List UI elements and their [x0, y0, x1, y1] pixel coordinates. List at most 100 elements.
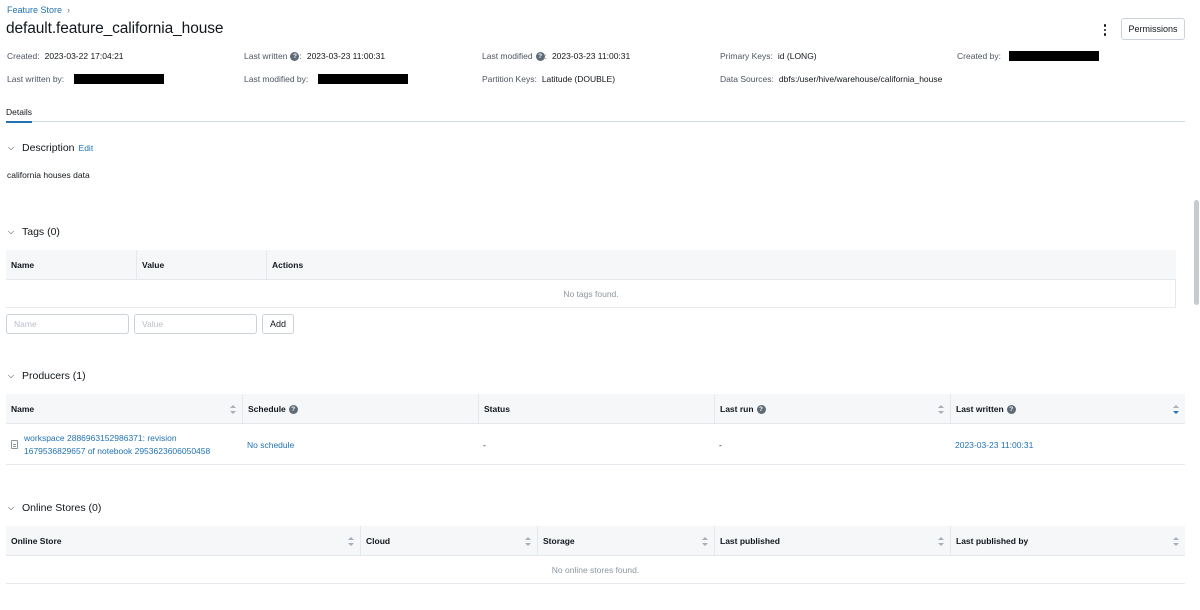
partition-keys-label: Partition Keys:: [482, 74, 537, 84]
chevron-down-icon[interactable]: ⌵: [8, 503, 22, 513]
created-value: 2023-03-22 17:04:21: [44, 51, 124, 61]
column-header-status: Status: [478, 394, 714, 424]
sort-icon[interactable]: [525, 537, 531, 546]
column-header-label: Status: [484, 404, 510, 414]
last-written-by-label: Last written by:: [7, 74, 65, 84]
tags-section-header[interactable]: ⌵ Tags (0): [8, 226, 60, 238]
more-options-icon[interactable]: [1100, 22, 1110, 38]
edit-description-link[interactable]: Edit: [79, 143, 94, 153]
sort-icon[interactable]: [702, 537, 708, 546]
producers-table: Name Schedule? Status Last run? Last wri…: [6, 394, 1185, 465]
add-tag-button[interactable]: Add: [262, 314, 294, 334]
tab-bar: Details: [6, 100, 1185, 123]
last-modified-by-label: Last modified by:: [244, 74, 309, 84]
column-header-schedule: Schedule?: [242, 394, 478, 424]
data-sources-value: dbfs:/user/hive/warehouse/california_hou…: [778, 74, 943, 84]
tags-heading: Tags (0): [22, 226, 60, 238]
tag-name-input[interactable]: [6, 314, 129, 334]
tags-table-header: Name Value Actions: [6, 250, 1176, 280]
column-header-online-store[interactable]: Online Store: [6, 526, 360, 556]
column-header-storage[interactable]: Storage: [537, 526, 714, 556]
column-header-last-published-by[interactable]: Last published by: [950, 526, 1185, 556]
producers-table-header: Name Schedule? Status Last run? Last wri…: [6, 394, 1185, 424]
redacted-user: [318, 74, 409, 84]
column-header-label: Storage: [543, 536, 575, 546]
help-icon[interactable]: ?: [535, 51, 545, 61]
column-header-last-published[interactable]: Last published: [714, 526, 950, 556]
schedule-link[interactable]: No schedule: [247, 440, 294, 450]
meta-last-modified: Last modified ?: 2023-03-23 11:00:31: [482, 51, 630, 61]
sort-desc-icon[interactable]: [1173, 405, 1179, 414]
chevron-down-icon[interactable]: ⌵: [8, 143, 22, 153]
description-text: california houses data: [7, 170, 90, 180]
last-written-value: 2023-03-23 11:00:31: [306, 51, 386, 61]
column-header-label: Name: [11, 404, 35, 414]
online-stores-heading: Online Stores (0): [22, 502, 102, 514]
meta-data-sources: Data Sources: dbfs:/user/hive/warehouse/…: [720, 74, 942, 84]
producer-name-cell: workspace 2886963152986371: revision 167…: [6, 424, 242, 465]
help-icon[interactable]: ?: [756, 404, 766, 414]
table-scroll-edge: [1175, 279, 1176, 308]
breadcrumb-feature-store-link[interactable]: Feature Store: [7, 5, 62, 15]
column-header-label: Last written: [956, 404, 1004, 414]
column-header-value: Value: [136, 250, 266, 280]
help-icon[interactable]: ?: [288, 404, 298, 414]
notebook-icon: [11, 440, 18, 449]
last-modified-value: 2023-03-23 11:00:31: [551, 51, 631, 61]
meta-created: Created: 2023-03-22 17:04:21: [7, 51, 124, 61]
chevron-down-icon[interactable]: ⌵: [8, 227, 22, 237]
data-sources-label: Data Sources:: [720, 74, 774, 84]
online-stores-section-header[interactable]: ⌵ Online Stores (0): [8, 502, 101, 514]
online-stores-empty-message: No online stores found.: [6, 556, 1185, 584]
breadcrumb-separator: ›: [67, 5, 71, 15]
primary-keys-label: Primary Keys:: [720, 51, 773, 61]
column-header-name[interactable]: Name: [6, 394, 242, 424]
sort-icon[interactable]: [1173, 537, 1179, 546]
column-header-cloud[interactable]: Cloud: [360, 526, 537, 556]
redacted-user: [1008, 51, 1099, 61]
producers-section-header[interactable]: ⌵ Producers (1): [8, 370, 86, 382]
column-header-label: Online Store: [11, 536, 62, 546]
meta-last-written-by: Last written by:: [7, 74, 165, 84]
description-heading: Description: [22, 142, 75, 154]
column-header-label: Last published by: [956, 536, 1029, 546]
created-label: Created:: [7, 51, 40, 61]
meta-created-by: Created by:: [957, 51, 1099, 61]
colon: :: [544, 51, 547, 61]
meta-last-written: Last written ?: 2023-03-23 11:00:31: [244, 51, 385, 61]
primary-keys-value: id (LONG): [777, 51, 817, 61]
sort-icon[interactable]: [938, 405, 944, 414]
last-written-link[interactable]: 2023-03-23 11:00:31: [955, 440, 1033, 450]
permissions-button[interactable]: Permissions: [1121, 18, 1185, 40]
status-cell: -: [483, 439, 486, 450]
column-header-label: Cloud: [366, 536, 391, 546]
column-header-last-written[interactable]: Last written?: [950, 394, 1185, 424]
redacted-user: [74, 74, 165, 84]
meta-partition-keys: Partition Keys: Latitude (DOUBLE): [482, 74, 615, 84]
help-icon[interactable]: ?: [290, 51, 300, 61]
column-header-last-run[interactable]: Last run?: [714, 394, 950, 424]
sort-icon[interactable]: [938, 537, 944, 546]
sort-icon[interactable]: [230, 405, 236, 414]
column-header-actions: Actions: [266, 250, 566, 280]
meta-primary-keys: Primary Keys: id (LONG): [720, 51, 817, 61]
last-run-cell: -: [719, 439, 722, 450]
producer-notebook-link[interactable]: workspace 2886963152986371: revision 167…: [24, 432, 234, 457]
description-section-header[interactable]: ⌵ Description Edit: [8, 142, 93, 154]
page-scrollbar[interactable]: [1194, 200, 1199, 305]
column-header-label: Last run: [720, 404, 754, 414]
sort-icon[interactable]: [348, 537, 354, 546]
help-icon[interactable]: ?: [1006, 404, 1016, 414]
tag-value-input[interactable]: [134, 314, 257, 334]
producer-name-line2: 1679536829657 of notebook 29536236060504…: [24, 445, 211, 456]
schedule-cell: No schedule: [242, 424, 478, 465]
chevron-down-icon[interactable]: ⌵: [8, 371, 22, 381]
producer-name-line1: workspace 2886963152986371: revision: [24, 433, 177, 443]
breadcrumb: Feature Store ›: [7, 5, 70, 15]
column-header-label: Schedule: [248, 404, 286, 414]
online-stores-table-header: Online Store Cloud Storage Last publishe…: [6, 526, 1185, 556]
tags-table: Name Value Actions No tags found.: [6, 250, 1176, 308]
created-by-label: Created by:: [957, 51, 1001, 61]
column-header-label: Last published: [720, 536, 780, 546]
tab-details[interactable]: Details: [6, 107, 32, 123]
